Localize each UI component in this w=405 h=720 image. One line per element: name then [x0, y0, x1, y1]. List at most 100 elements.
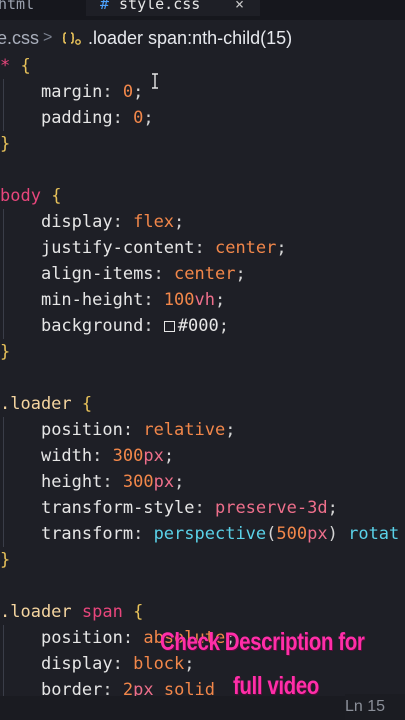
breadcrumb-file[interactable]: e.css	[0, 24, 39, 52]
css-number: 500	[276, 524, 308, 544]
code-line: transform-style: preserve-3d;	[0, 495, 405, 521]
code-line: background: #000;	[0, 313, 405, 339]
css-function: perspective	[153, 524, 267, 544]
tab-label: style.css	[119, 0, 201, 13]
css-selector: .loader	[0, 602, 72, 622]
code-line: .loader span {	[0, 599, 405, 625]
css-value: 0	[133, 108, 144, 128]
css-number: 300	[122, 472, 154, 492]
indent-guide	[3, 105, 4, 131]
text-cursor-icon	[152, 73, 158, 89]
css-selector-tag: span	[81, 602, 123, 622]
css-property: transform	[40, 524, 134, 544]
code-line: width: 300px;	[0, 443, 405, 469]
css-selector-icon	[63, 32, 81, 45]
css-file-icon: #	[100, 0, 110, 13]
status-cursor-position[interactable]: Ln 15	[345, 694, 405, 720]
code-line: transform: perspective(500px) rotat	[0, 521, 405, 547]
code-line: height: 300px;	[0, 469, 405, 495]
tab-html[interactable]: html	[0, 0, 82, 16]
code-line: display: flex;	[0, 209, 405, 235]
css-property: display	[40, 212, 113, 232]
code-editor[interactable]: * { margin: 0; padding: 0; } body { disp…	[0, 53, 405, 703]
code-line: position: relative;	[0, 417, 405, 443]
css-value: center	[174, 264, 236, 284]
code-line: padding: 0;	[0, 105, 405, 131]
code-line: }	[0, 339, 405, 365]
css-number: 300	[112, 446, 144, 466]
css-property: padding	[40, 108, 113, 128]
css-value: flex	[133, 212, 175, 232]
tab-label: html	[0, 0, 35, 13]
brace: }	[0, 134, 11, 154]
css-unit: vh	[194, 290, 215, 310]
brace: {	[51, 186, 62, 206]
code-line: }	[0, 131, 405, 157]
css-value: relative	[143, 420, 226, 440]
css-property: position	[40, 420, 123, 440]
css-value: 0	[122, 82, 134, 102]
indent-guide	[3, 625, 4, 651]
css-value: #000	[177, 316, 219, 336]
css-property: width	[40, 446, 93, 466]
css-selector: .loader	[0, 394, 72, 414]
css-function: rotat	[348, 524, 400, 544]
code-line: }	[0, 547, 405, 573]
css-property: margin	[40, 82, 103, 102]
code-line: align-items: center;	[0, 261, 405, 287]
code-line: * {	[0, 53, 405, 79]
css-selector: *	[0, 56, 11, 76]
indent-guide	[3, 495, 4, 521]
css-property: align-items	[40, 264, 154, 284]
css-property: min-height	[40, 290, 144, 310]
css-value: preserve-3d	[214, 498, 328, 518]
css-value: absolute	[143, 628, 226, 648]
brace: {	[133, 602, 144, 622]
close-icon[interactable]: ×	[235, 0, 244, 16]
brace: }	[0, 342, 11, 362]
code-line: body {	[0, 183, 405, 209]
indent-guide	[3, 443, 4, 469]
code-line: display: block;	[0, 651, 405, 677]
code-line: min-height: 100vh;	[0, 287, 405, 313]
css-selector: body	[0, 186, 41, 206]
indent-guide	[3, 469, 4, 495]
indent-guide	[3, 313, 4, 339]
indent-guide	[3, 287, 4, 313]
indent-guide	[3, 651, 4, 677]
breadcrumb: e.css > .loader span:nth-child(15)	[0, 24, 405, 52]
breadcrumb-selector[interactable]: .loader span:nth-child(15)	[88, 24, 292, 52]
indent-guide	[3, 235, 4, 261]
status-position-text: Ln 15	[345, 698, 386, 715]
css-unit: px	[307, 524, 328, 544]
color-swatch-icon[interactable]	[163, 321, 175, 332]
indent-guide	[3, 261, 4, 287]
css-number: 100	[163, 290, 195, 310]
css-property: background	[40, 316, 144, 336]
breadcrumb-separator: >	[43, 29, 53, 46]
indent-guide	[3, 417, 4, 443]
css-property: transform-style	[40, 498, 195, 518]
indent-guide	[3, 79, 4, 105]
css-property: justify-content	[40, 238, 195, 258]
brace: }	[0, 550, 11, 570]
css-property: position	[40, 628, 123, 648]
css-unit: px	[143, 446, 164, 466]
css-property: display	[40, 654, 113, 674]
code-line: .loader {	[0, 391, 405, 417]
brace: {	[81, 394, 93, 414]
code-line: margin: 0;	[0, 79, 405, 105]
code-line: justify-content: center;	[0, 235, 405, 261]
indent-guide	[3, 521, 4, 547]
brace: {	[20, 56, 31, 76]
css-value: center	[214, 238, 277, 258]
css-property: height	[40, 472, 103, 492]
code-line: position: absolute;	[0, 625, 405, 651]
tab-bar: html # style.css ×	[0, 0, 405, 20]
tab-style-css[interactable]: # style.css ×	[86, 0, 260, 16]
css-value: block	[133, 654, 185, 674]
css-unit: px	[153, 472, 175, 492]
